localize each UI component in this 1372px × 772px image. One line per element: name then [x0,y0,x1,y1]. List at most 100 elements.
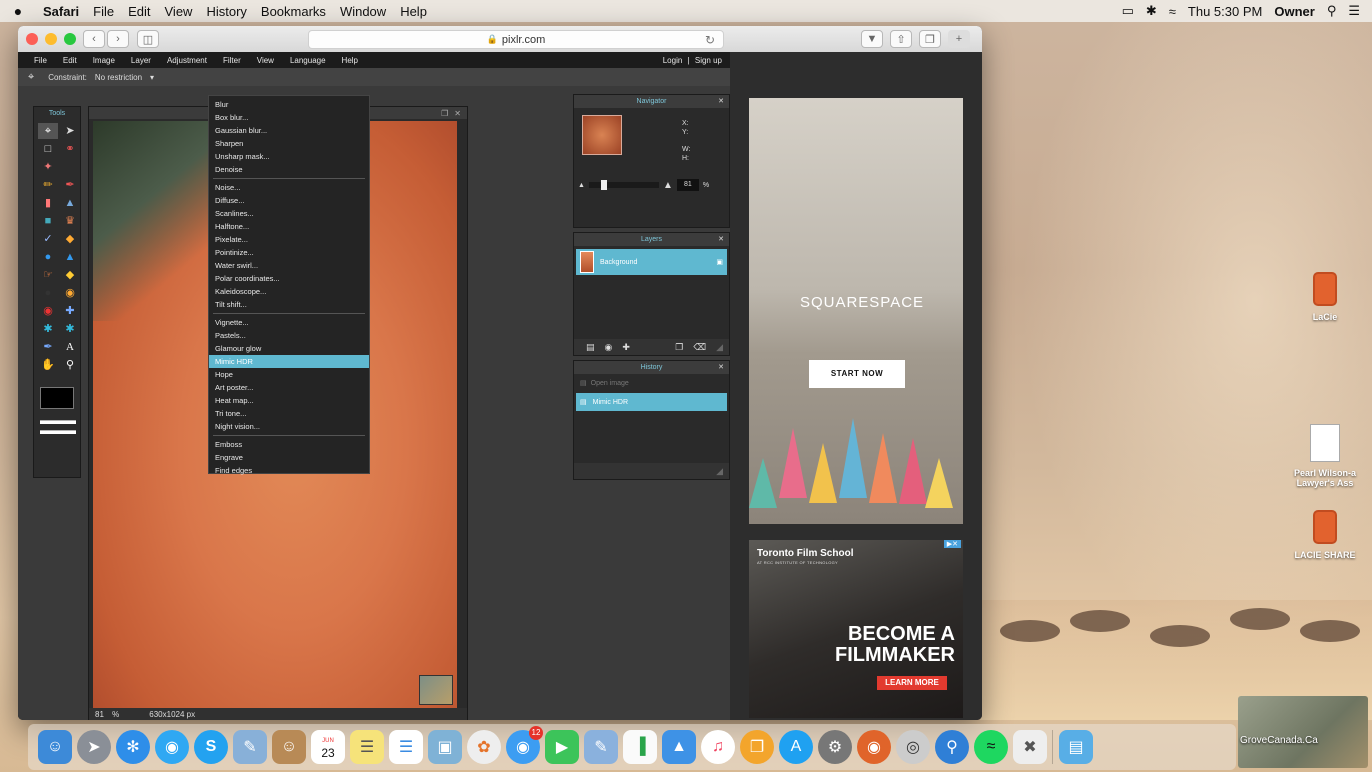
back-icon[interactable]: ‹ [83,30,105,48]
siri-icon[interactable]: ◉ [155,730,189,764]
itunes-icon[interactable]: ♫ [701,730,735,764]
apple-icon[interactable]: ● [0,3,36,19]
filter-item[interactable]: Pastels... [209,329,369,342]
close-icon[interactable]: ✕ [718,233,724,246]
calendar-icon[interactable]: JUN 23 [311,730,345,764]
desktop-icon-lacie-share[interactable]: LACIE SHARE [1280,510,1370,560]
dodge-tool-icon[interactable]: ● [38,285,58,301]
color-replace-icon[interactable]: ✓ [38,231,58,247]
filter-item[interactable]: Diffuse... [209,194,369,207]
new-layer-icon[interactable]: ✚ [622,342,630,353]
learn-more-button[interactable]: LEARN MORE [877,676,947,690]
filter-item[interactable]: Blur [209,98,369,111]
spotify-icon[interactable]: ≈ [974,730,1008,764]
crop-tool-icon[interactable]: ⌖ [38,123,58,139]
filter-item[interactable]: Engrave [209,451,369,464]
sidebar-icon[interactable]: ◫ [137,30,159,48]
resize-handle-icon[interactable]: ◢ [716,466,723,477]
zoom-window-button[interactable] [64,33,76,45]
move-tool-icon[interactable]: ➤ [60,123,80,139]
notification-center-icon[interactable]: ☰ [1348,3,1360,19]
reload-icon[interactable]: ↻ [705,33,715,47]
filter-item[interactable]: Sharpen [209,137,369,150]
textedit-icon[interactable]: ✎ [584,730,618,764]
minimize-window-button[interactable] [45,33,57,45]
menu-bookmarks[interactable]: Bookmarks [254,4,333,19]
layer-mask-icon[interactable]: ◉ [605,342,613,353]
lasso-tool-icon[interactable]: ⚭ [60,141,80,157]
pixlr-menu-filter[interactable]: Filter [215,56,249,65]
firefox-icon[interactable]: ◉ [857,730,891,764]
app-store-icon[interactable]: A [779,730,813,764]
squarespace-ad[interactable]: SQUARESPACE START NOW [749,98,963,524]
filter-item[interactable]: Tri tone... [209,407,369,420]
zoom-out-icon[interactable]: ▲ [578,182,585,189]
sponge-tool-icon[interactable]: ◆ [60,267,80,283]
red-eye-tool-icon[interactable]: ◉ [38,303,58,319]
pixlr-menu-help[interactable]: Help [334,56,366,65]
menu-history[interactable]: History [199,4,253,19]
sharpen-tool-icon[interactable]: ▲ [60,249,80,265]
airplay-icon[interactable]: ▭ [1122,3,1134,19]
menu-help[interactable]: Help [393,4,434,19]
menubar-clock[interactable]: Thu 5:30 PM [1188,4,1262,19]
address-bar[interactable]: 🔒 pixlr.com ↻ [308,30,724,49]
pixlr-menu-edit[interactable]: Edit [55,56,85,65]
zoom-slider-handle[interactable] [600,180,607,190]
photos-icon[interactable]: ✿ [467,730,501,764]
blur-tool-icon[interactable]: ● [38,249,58,265]
color-picker-icon[interactable]: ✒ [38,339,58,355]
pixlr-menu-layer[interactable]: Layer [123,56,159,65]
desktop-icon-document[interactable]: Pearl Wilson-a Lawyer's Ass [1280,424,1370,488]
contacts-icon[interactable]: ☺ [272,730,306,764]
reminders-icon[interactable]: ☰ [389,730,423,764]
notes-icon[interactable]: ☰ [350,730,384,764]
finder-icon[interactable]: ☺ [38,730,72,764]
numbers-icon[interactable]: ▐ [623,730,657,764]
brush-tool-icon[interactable]: ✒ [60,177,80,193]
bloat-tool-icon[interactable]: ✱ [38,321,58,337]
layer-duplicate-icon[interactable]: ❐ [675,342,683,353]
image-capture-icon[interactable]: ▣ [428,730,462,764]
filter-item[interactable]: Unsharp mask... [209,150,369,163]
close-icon[interactable]: ✕ [718,361,724,374]
filter-item[interactable]: Night vision... [209,420,369,433]
grab-icon[interactable]: ✖ [1013,730,1047,764]
share-icon[interactable]: ⇧ [890,30,912,48]
marquee-tool-icon[interactable]: □ [38,141,58,157]
layer-settings-icon[interactable]: ▤ [586,342,595,353]
filter-item[interactable]: Vignette... [209,316,369,329]
filter-item[interactable]: Polar coordinates... [209,272,369,285]
spotlight-search-icon[interactable]: ⚲ [1327,3,1337,19]
system-preferences-icon[interactable]: ⚙ [818,730,852,764]
launchpad-icon[interactable]: ➤ [77,730,111,764]
grid-view-icon[interactable]: ▬▬▬ ▬▬▬ [40,414,80,436]
disk-utility-icon[interactable]: ◎ [896,730,930,764]
smudge-tool-icon[interactable]: ☞ [38,267,58,283]
ibooks-icon[interactable]: ❐ [740,730,774,764]
pixlr-menu-image[interactable]: Image [85,56,123,65]
pencil-tool-icon[interactable]: ✏ [38,177,58,193]
ad-choices-icon[interactable]: ▶✕ [943,540,961,548]
filter-item-selected[interactable]: Mimic HDR [209,355,369,368]
burn-tool-icon[interactable]: ◉ [60,285,80,301]
navigator-thumbnail[interactable] [582,115,622,155]
pinch-tool-icon[interactable]: ✱ [60,321,80,337]
filter-item[interactable]: Noise... [209,181,369,194]
bluetooth-icon[interactable]: ✱ [1146,3,1157,19]
history-item-selected[interactable]: ▤ Mimic HDR [576,393,727,411]
zoom-slider[interactable] [588,180,659,190]
type-tool-icon[interactable]: A [60,339,80,355]
history-item[interactable]: ▤ Open image [576,376,727,390]
filter-item[interactable]: Glamour glow [209,342,369,355]
menu-window[interactable]: Window [333,4,393,19]
new-tab-icon[interactable]: + [948,30,970,48]
zoom-input[interactable]: 81 [676,179,699,191]
filter-item[interactable]: Heat map... [209,394,369,407]
gradient-tool-icon[interactable]: ■ [38,213,58,229]
desktop-icon-lacie[interactable]: LaCie [1280,272,1370,322]
pixlr-menu-language[interactable]: Language [282,56,334,65]
login-link[interactable]: Login [663,56,683,65]
filter-item[interactable]: Denoise [209,163,369,176]
eraser-tool-icon[interactable]: ▮ [38,195,58,211]
